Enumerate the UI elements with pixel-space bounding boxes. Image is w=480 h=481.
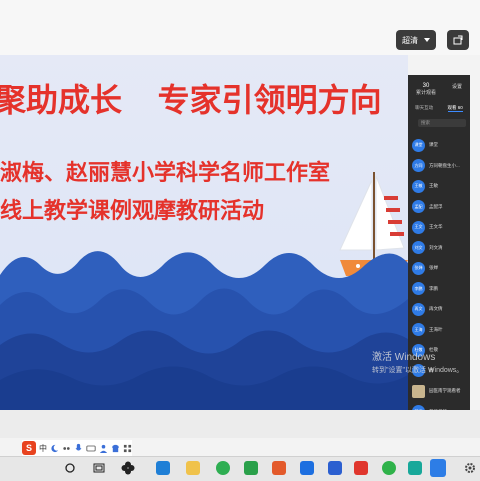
viewer-name: 王文华	[429, 224, 443, 230]
list-item[interactable]: 王文 王文华	[412, 217, 470, 238]
viewer-name: 王敏	[429, 183, 438, 189]
app-top-bar: 超清	[0, 0, 480, 55]
list-item[interactable]: 张婵 张婵	[412, 258, 470, 279]
word-app-icon[interactable]	[328, 461, 342, 475]
viewer-name: 孟配浮	[429, 203, 443, 209]
viewer-name: 园医南学观看者	[429, 388, 461, 394]
user-icon[interactable]	[99, 444, 108, 453]
tab-viewers[interactable]: 观看 60	[447, 105, 463, 112]
search-icon[interactable]	[64, 462, 76, 474]
ime-toolbar[interactable]: S 中	[22, 440, 132, 456]
list-item[interactable]: 孟配 孟配浮	[412, 197, 470, 218]
avatar	[412, 384, 425, 398]
presentation-app-icon[interactable]	[272, 461, 286, 475]
avatar: 张婵	[412, 261, 425, 275]
avatar: 孟配	[412, 200, 425, 214]
share-icon	[453, 35, 463, 45]
avatar: 王敏	[412, 179, 425, 193]
task-view-icon[interactable]	[93, 462, 105, 474]
panel-stats: 30 累计观看 设置	[408, 83, 470, 96]
sogou-logo-icon[interactable]: S	[22, 441, 36, 455]
viewer-list: 课堂 课堂 方同 方同朝盘生小... 王敏 王敏 孟配 孟配浮 王文 王文华 刘文 刘文清 …	[412, 135, 470, 422]
spreadsheet-app-icon[interactable]	[244, 461, 258, 475]
wechat-icon[interactable]	[382, 461, 396, 475]
panel-tabs: 聊天互动 观看 60	[408, 105, 470, 112]
list-item[interactable]: 刘文 刘文清	[412, 238, 470, 259]
list-item[interactable]: 王海 王海叶	[412, 320, 470, 341]
keyboard-icon[interactable]	[86, 444, 96, 453]
pdf-app-icon[interactable]	[354, 461, 368, 475]
viewer-name: 张婵	[429, 265, 438, 271]
avatar: 李鹏	[412, 282, 425, 296]
avatar: 王文	[412, 220, 425, 234]
avatar: 课堂	[412, 138, 425, 152]
windows-taskbar	[0, 456, 480, 481]
grid-menu-icon[interactable]	[123, 444, 132, 453]
viewer-name: 王海叶	[429, 326, 443, 332]
avatar: 方同	[412, 159, 425, 173]
edge-browser-icon[interactable]	[156, 461, 170, 475]
tab-chat[interactable]: 聊天互动	[415, 105, 433, 112]
slide-title: 聚助成长 专家引领明方向	[0, 82, 382, 118]
chevron-down-icon	[424, 38, 430, 42]
list-item[interactable]: 课堂 课堂	[412, 135, 470, 156]
list-item[interactable]: 王敏 王敏	[412, 176, 470, 197]
chat-app-icon[interactable]	[216, 461, 230, 475]
ocean-waves-illustration	[0, 251, 408, 410]
file-explorer-icon[interactable]	[186, 461, 200, 475]
app-bird-icon[interactable]	[408, 461, 422, 475]
viewer-name: 再文倩	[429, 306, 443, 312]
slide-subtitle-1: 淑梅、赵丽慧小学科学名师工作室	[0, 160, 331, 185]
viewer-search-input[interactable]: 搜索	[418, 119, 466, 127]
windows-activation-watermark: 激活 Windows 转到"设置"以激活 Windows。	[372, 352, 464, 374]
viewer-name: 方同朝盘生小...	[429, 162, 460, 168]
list-item[interactable]: 方同 方同朝盘生小...	[412, 156, 470, 177]
gear-icon[interactable]	[464, 462, 476, 474]
cloud-app-icon[interactable]	[300, 461, 314, 475]
viewer-name: 刘文清	[429, 244, 443, 250]
app-flower-icon[interactable]	[121, 461, 135, 475]
ime-language[interactable]: 中	[39, 443, 47, 454]
quality-selector-button[interactable]: 超清	[396, 30, 436, 50]
list-item[interactable]: 李鹏 李鹏	[412, 279, 470, 300]
avatar: 刘文	[412, 241, 425, 255]
viewer-name: 李鹏	[429, 285, 438, 291]
viewer-name: 课堂	[429, 142, 438, 148]
stat-views: 30 累计观看	[415, 83, 436, 96]
share-button[interactable]	[447, 30, 469, 50]
quality-label: 超清	[402, 35, 418, 45]
slide-view: 聚助成长 专家引领明方向 淑梅、赵丽慧小学科学名师工作室 线上教学课例观摩教研活…	[0, 55, 408, 410]
stat-settings[interactable]: 设置	[452, 83, 462, 96]
list-item[interactable]: 园医南学观看者	[412, 381, 470, 402]
shirt-icon[interactable]	[111, 444, 120, 453]
blank-strip	[0, 410, 480, 438]
punctuation-icon[interactable]	[62, 444, 71, 453]
slide-subtitle-2: 线上教学课例观摩教研活动	[0, 198, 265, 223]
avatar: 再文	[412, 302, 425, 316]
microphone-icon[interactable]	[74, 443, 83, 453]
moon-icon[interactable]	[50, 444, 59, 453]
active-app-icon[interactable]	[430, 459, 446, 477]
list-item[interactable]: 再文 再文倩	[412, 299, 470, 320]
avatar: 王海	[412, 323, 425, 337]
